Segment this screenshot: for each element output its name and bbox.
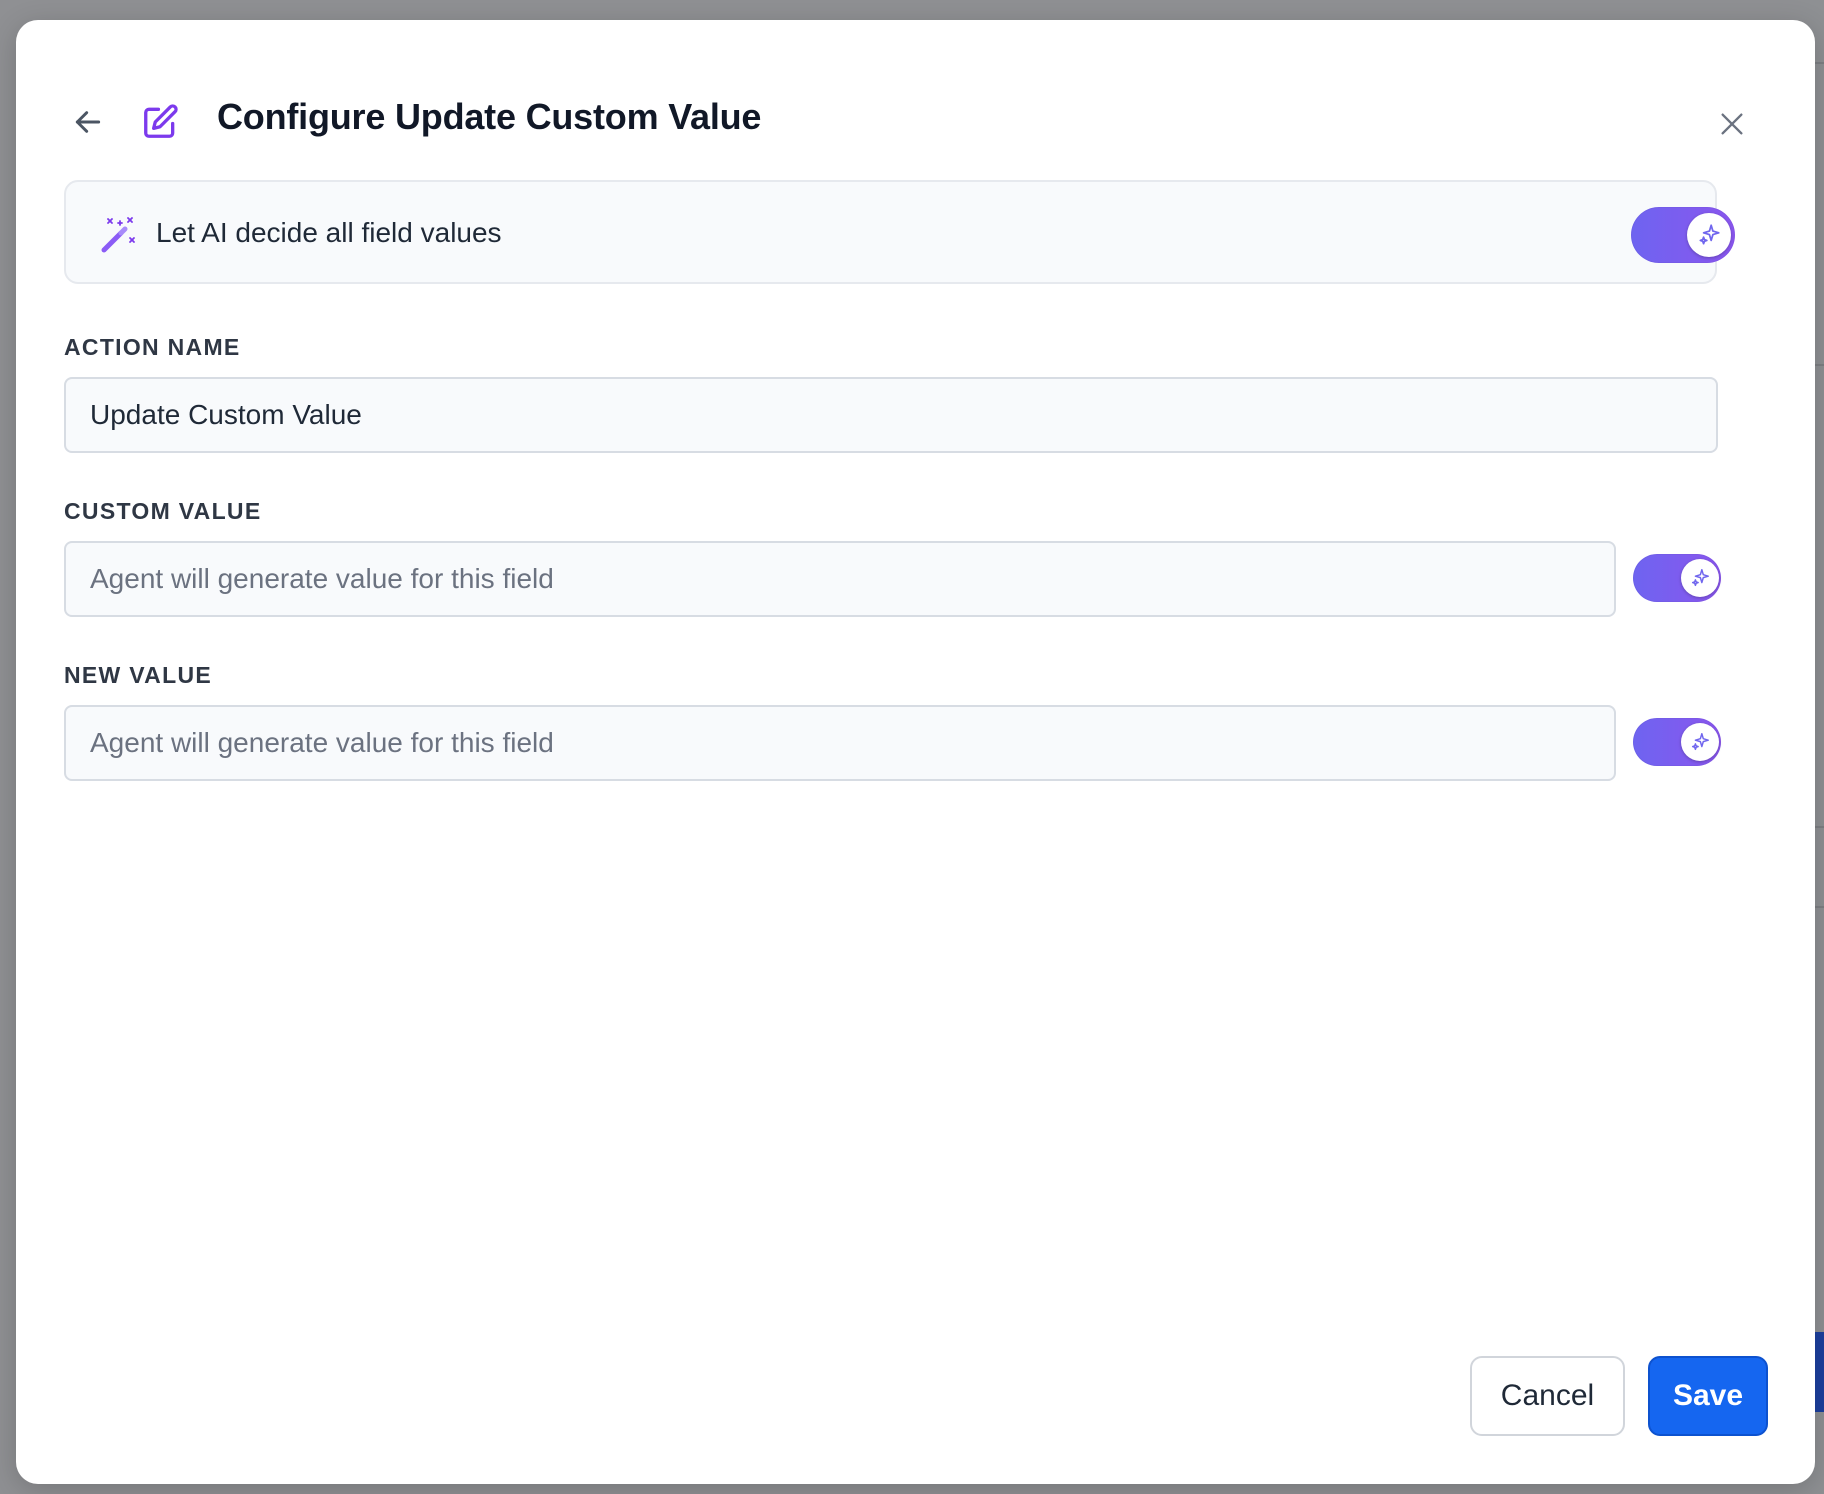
ai-decide-all-banner: Let AI decide all field values — [64, 180, 1735, 284]
toggle-knob — [1687, 213, 1731, 257]
new-value-label: NEW VALUE — [64, 662, 212, 688]
sparkle-icon — [1691, 569, 1709, 587]
modal-title: Configure Update Custom Value — [217, 96, 762, 137]
custom-value-label: CUSTOM VALUE — [64, 498, 262, 524]
toggle-knob — [1681, 723, 1719, 761]
custom-value-input[interactable] — [64, 541, 1616, 617]
close-button[interactable] — [1710, 102, 1754, 146]
sparkle-icon — [1691, 733, 1709, 751]
arrow-left-icon — [75, 111, 101, 133]
save-button[interactable]: Save — [1648, 1356, 1768, 1436]
custom-value-ai-toggle[interactable] — [1633, 554, 1721, 602]
sparkle-icon — [1699, 224, 1720, 245]
close-icon — [1721, 113, 1743, 135]
configure-action-modal: Configure Update Custom Value Let AI dec… — [16, 20, 1815, 1484]
back-button[interactable] — [66, 100, 110, 144]
action-name-input[interactable] — [64, 377, 1718, 453]
action-name-label: ACTION NAME — [64, 334, 241, 360]
ai-decide-all-toggle[interactable] — [1631, 207, 1735, 263]
toggle-knob — [1681, 559, 1719, 597]
new-value-input[interactable] — [64, 705, 1616, 781]
edit-square-icon — [138, 100, 182, 144]
new-value-ai-toggle[interactable] — [1633, 718, 1721, 766]
cancel-button[interactable]: Cancel — [1470, 1356, 1625, 1436]
magic-wand-icon — [101, 217, 135, 253]
ai-decide-all-label: Let AI decide all field values — [156, 217, 502, 248]
modal-header: Configure Update Custom Value — [16, 20, 1815, 170]
